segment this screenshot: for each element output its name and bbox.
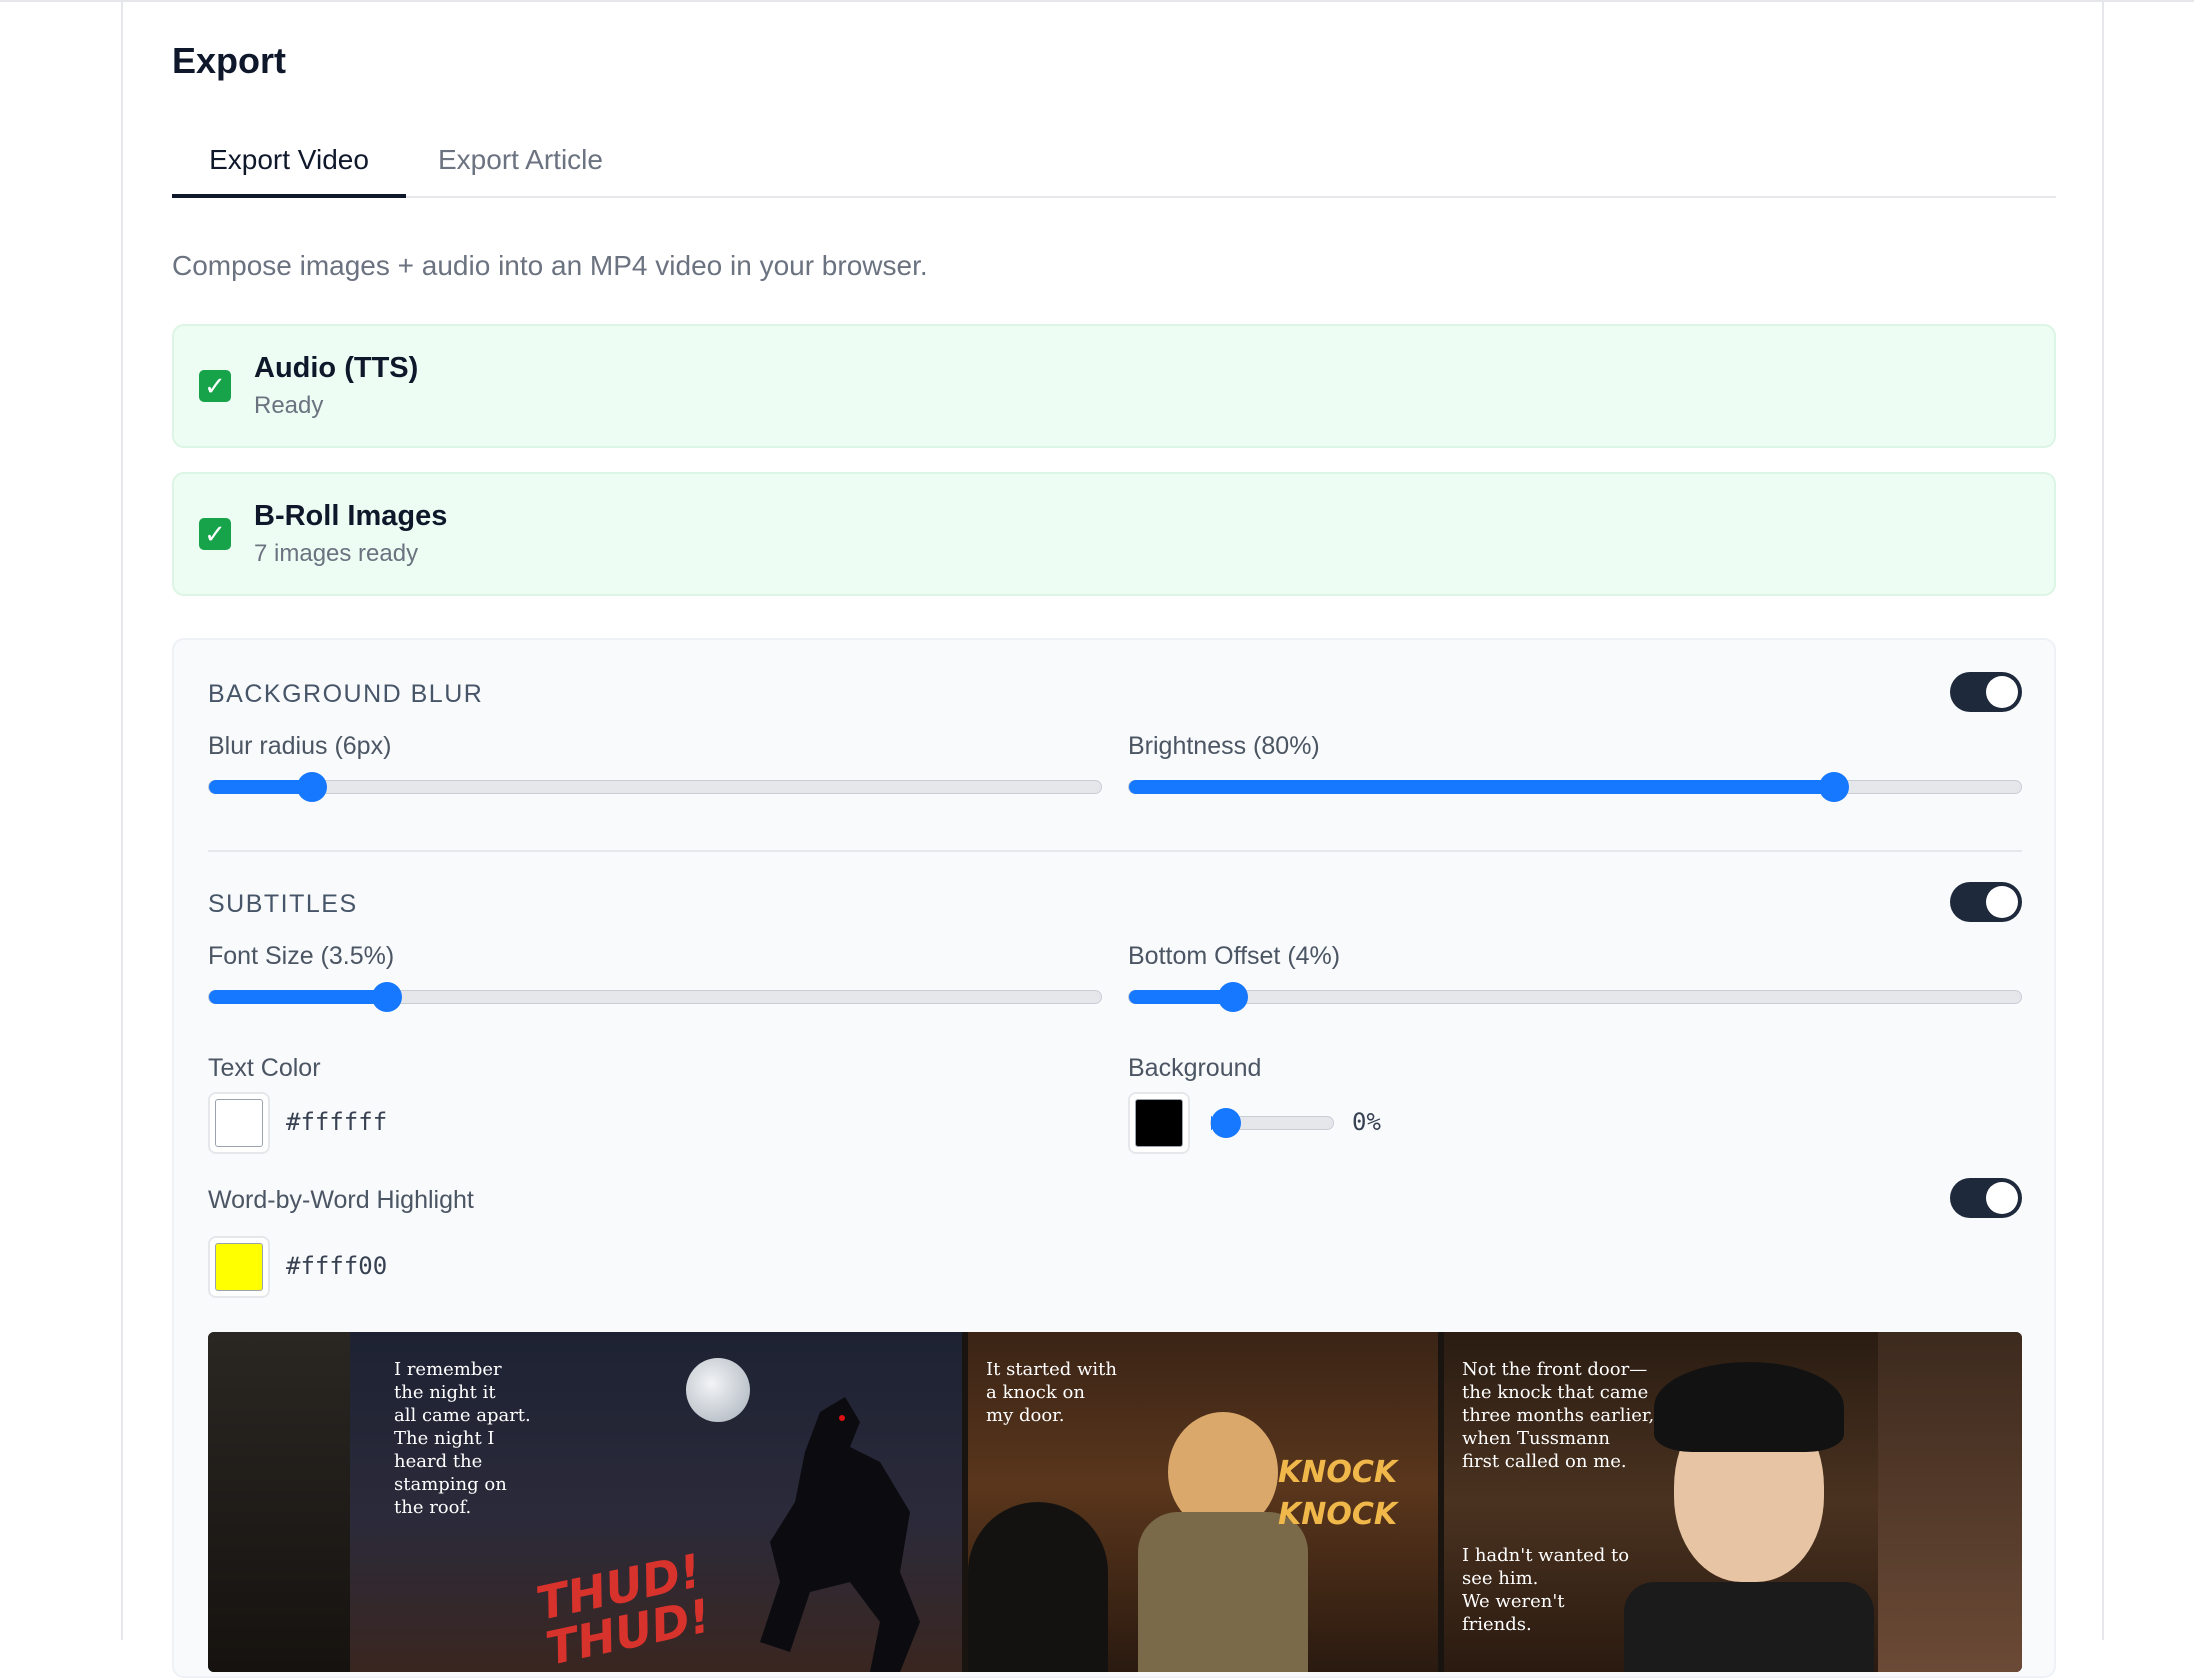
check-icon: ✓ <box>199 518 231 550</box>
text-color-hex: #ffffff <box>286 1108 388 1136</box>
preview-caption: Not the front door— the knock that came … <box>1462 1359 1655 1472</box>
preview-panel-edge <box>208 1332 350 1672</box>
preview-panel-portrait: Not the front door— the knock that came … <box>1444 1332 1878 1672</box>
status-audio-tts: ✓ Audio (TTS) Ready <box>172 324 2056 448</box>
preview-panel-edge <box>1878 1332 2022 1672</box>
video-preview: I remember the night it all came apart. … <box>208 1332 2022 1672</box>
background-blur-heading: BACKGROUND BLUR <box>208 680 484 708</box>
background-opacity-slider[interactable] <box>1210 1108 1334 1138</box>
preview-panel-knock: It started with a knock on my door. KNOC… <box>968 1332 1438 1672</box>
text-color-picker[interactable] <box>208 1092 270 1154</box>
background-label: Background <box>1128 1054 1262 1082</box>
tab-bar: Export Video Export Article <box>172 130 2056 198</box>
slider-thumb[interactable] <box>1818 772 1849 802</box>
figure-silhouette <box>968 1502 1108 1672</box>
font-size-label: Font Size (3.5%) <box>208 942 395 970</box>
status-title: B-Roll Images <box>254 500 448 532</box>
highlight-color-hex: #ffff00 <box>286 1252 388 1280</box>
brightness-label: Brightness (80%) <box>1128 732 1320 760</box>
slider-thumb[interactable] <box>1211 1108 1241 1138</box>
text-color-label: Text Color <box>208 1054 321 1082</box>
brightness-slider[interactable] <box>1128 772 2022 802</box>
blur-radius-slider[interactable] <box>208 772 1102 802</box>
background-color-picker[interactable] <box>1128 1092 1190 1154</box>
word-highlight-label: Word-by-Word Highlight <box>208 1186 474 1214</box>
bottom-offset-slider[interactable] <box>1128 982 2022 1012</box>
word-highlight-toggle[interactable] <box>1950 1178 2022 1218</box>
bottom-offset-label: Bottom Offset (4%) <box>1128 942 1341 970</box>
sound-effect-text: THUD! THUD! <box>531 1543 716 1672</box>
sound-effect-text: KNOCK KNOCK <box>1278 1455 1398 1532</box>
highlight-color-swatch <box>215 1243 263 1291</box>
highlight-color-picker[interactable] <box>208 1236 270 1298</box>
export-card: Export Export Video Export Article Compo… <box>121 2 2104 1678</box>
moon-illustration <box>686 1358 750 1422</box>
preview-caption: I hadn't wanted to see him. We weren't f… <box>1462 1545 1630 1635</box>
export-description: Compose images + audio into an MP4 video… <box>172 250 928 281</box>
preview-panel-horse: I remember the night it all came apart. … <box>350 1332 962 1672</box>
background-opacity-value: 0% <box>1352 1108 1381 1136</box>
figure-suit <box>1624 1582 1874 1672</box>
video-settings-panel: BACKGROUND BLUR Blur radius (6px) Bright… <box>172 638 2056 1678</box>
figure-hair <box>1654 1362 1844 1452</box>
export-card-content: Export Export Video Export Article Compo… <box>172 2 2056 1678</box>
toggle-knob <box>1986 1182 2018 1214</box>
page: Export Export Video Export Article Compo… <box>0 0 2194 1678</box>
section-divider <box>208 850 2022 852</box>
subtitles-toggle[interactable] <box>1950 882 2022 922</box>
background-color-swatch <box>1135 1099 1183 1147</box>
check-icon: ✓ <box>199 370 231 402</box>
text-color-swatch <box>215 1099 263 1147</box>
status-subtitle: Ready <box>254 392 324 419</box>
figure-body <box>1138 1512 1308 1672</box>
slider-thumb[interactable] <box>296 772 327 802</box>
slider-fill <box>1129 780 1835 794</box>
blur-radius-label: Blur radius (6px) <box>208 732 392 760</box>
tab-export-video[interactable]: Export Video <box>172 140 406 198</box>
tab-export-article[interactable]: Export Article <box>438 140 603 198</box>
page-title: Export <box>172 40 287 81</box>
toggle-knob <box>1986 676 2018 708</box>
preview-caption: I remember the night it all came apart. … <box>394 1359 531 1518</box>
preview-caption: It started with a knock on my door. <box>986 1359 1117 1426</box>
slider-thumb[interactable] <box>372 982 403 1012</box>
toggle-knob <box>1986 886 2018 918</box>
subtitles-heading: SUBTITLES <box>208 890 358 918</box>
slider-fill <box>209 990 389 1004</box>
status-broll-images: ✓ B-Roll Images 7 images ready <box>172 472 2056 596</box>
horse-illustration <box>760 1397 920 1672</box>
background-blur-toggle[interactable] <box>1950 672 2022 712</box>
slider-thumb[interactable] <box>1218 982 1249 1012</box>
status-subtitle: 7 images ready <box>254 540 419 567</box>
status-title: Audio (TTS) <box>254 352 419 384</box>
font-size-slider[interactable] <box>208 982 1102 1012</box>
